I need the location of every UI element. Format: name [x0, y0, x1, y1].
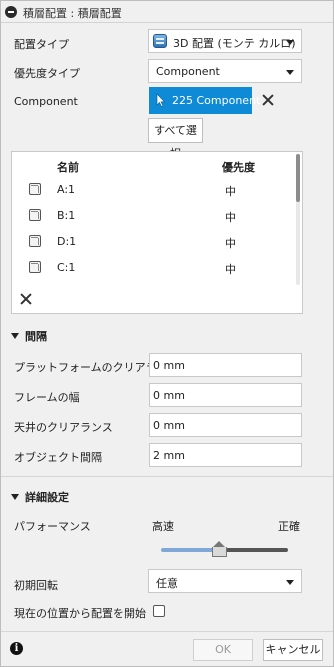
component-icon — [29, 183, 41, 195]
chevron-down-icon — [286, 40, 294, 45]
initial-rotation-label: 初期回転 — [14, 579, 58, 592]
list-item[interactable]: A:1 中 — [12, 177, 296, 203]
performance-slider-thumb[interactable] — [212, 541, 228, 557]
spacing-label: フレームの幅 — [14, 391, 80, 404]
list-item[interactable]: D:1 中 — [12, 229, 296, 255]
triangle-down-icon — [11, 333, 19, 339]
priority-type-value: Component — [156, 65, 220, 78]
spacing-label: オブジェクト間隔 — [14, 451, 102, 464]
component-icon — [29, 235, 41, 247]
chevron-down-icon — [286, 580, 294, 585]
list-scrollbar-thumb[interactable] — [296, 154, 300, 202]
performance-slider-track[interactable] — [218, 548, 288, 552]
component-icon — [29, 209, 41, 221]
frame-width-input[interactable]: 0 mm — [149, 383, 302, 407]
frame-width-value: 0 mm — [153, 389, 185, 402]
section-divider — [1, 476, 333, 477]
chevron-down-icon — [286, 70, 294, 75]
list-item[interactable]: C:1 中 — [12, 255, 296, 281]
column-header-priority: 優先度 — [222, 161, 255, 174]
select-all-button[interactable]: すべて選択 — [148, 118, 203, 160]
triangle-down-icon — [11, 494, 19, 500]
ok-button[interactable]: OK — [193, 639, 253, 661]
performance-accurate-label: 正確 — [278, 520, 300, 533]
advanced-section-title: 詳細設定 — [25, 491, 69, 504]
arrange-dialog: 積層配置 : 積層配置 配置タイプ 3D 配置 (モンテ カルロ) 優先度タイプ… — [0, 0, 334, 667]
item-name: B:1 — [57, 209, 76, 222]
title-bar: 積層配置 : 積層配置 — [1, 1, 333, 23]
item-name: D:1 — [57, 235, 77, 248]
cancel-button[interactable]: キャンセル — [263, 639, 323, 661]
remove-item-icon[interactable] — [20, 293, 32, 305]
object-spacing-input[interactable]: 2 mm — [149, 443, 302, 467]
object-spacing-value: 2 mm — [153, 449, 185, 462]
montecarlo-icon — [153, 34, 167, 48]
ceiling-clearance-value: 0 mm — [153, 419, 185, 432]
performance-fast-label: 高速 — [152, 520, 174, 533]
clear-selection-icon[interactable] — [262, 94, 274, 106]
performance-slider-fill[interactable] — [161, 548, 219, 552]
priority-type-dropdown[interactable]: Component — [148, 59, 302, 83]
item-priority[interactable]: 中 — [225, 235, 236, 251]
ceiling-clearance-input[interactable]: 0 mm — [149, 413, 302, 437]
collapse-icon[interactable] — [5, 6, 17, 18]
platform-clearance-input[interactable]: 0 mm — [149, 353, 302, 377]
component-icon — [29, 261, 41, 273]
component-selection-button[interactable]: 225 Component — [149, 87, 260, 114]
spacing-section-header[interactable]: 間隔 — [11, 328, 47, 344]
placement-type-value: 3D 配置 (モンテ カルロ) — [173, 37, 296, 50]
spacing-label: 天井のクリアランス — [14, 421, 113, 434]
spacing-section-title: 間隔 — [25, 330, 47, 343]
item-priority[interactable]: 中 — [225, 209, 236, 225]
item-priority[interactable]: 中 — [225, 183, 236, 199]
item-priority[interactable]: 中 — [225, 261, 236, 277]
column-header-name: 名前 — [57, 161, 79, 174]
placement-type-label: 配置タイプ — [14, 38, 69, 51]
initial-rotation-value: 任意 — [156, 577, 178, 590]
item-name: C:1 — [57, 261, 76, 274]
component-selection-text: 225 Component — [172, 94, 261, 107]
placement-type-dropdown[interactable]: 3D 配置 (モンテ カルロ) — [148, 29, 302, 53]
start-from-current-checkbox[interactable] — [153, 605, 165, 617]
platform-clearance-value: 0 mm — [153, 359, 185, 372]
item-name: A:1 — [57, 183, 76, 196]
initial-rotation-dropdown[interactable]: 任意 — [148, 569, 302, 593]
dialog-title: 積層配置 : 積層配置 — [23, 7, 122, 20]
info-icon[interactable]: i — [10, 642, 23, 655]
component-label: Component — [14, 95, 78, 108]
advanced-section-header[interactable]: 詳細設定 — [11, 489, 69, 505]
component-list: 名前 優先度 A:1 中 B:1 中 D:1 中 C:1 中 — [11, 151, 303, 314]
priority-type-label: 優先度タイプ — [14, 67, 80, 80]
cursor-icon — [156, 93, 166, 107]
list-item[interactable]: B:1 中 — [12, 203, 296, 229]
performance-label: パフォーマンス — [14, 520, 91, 533]
start-from-current-label: 現在の位置から配置を開始 — [14, 607, 146, 620]
footer-divider — [1, 631, 333, 632]
